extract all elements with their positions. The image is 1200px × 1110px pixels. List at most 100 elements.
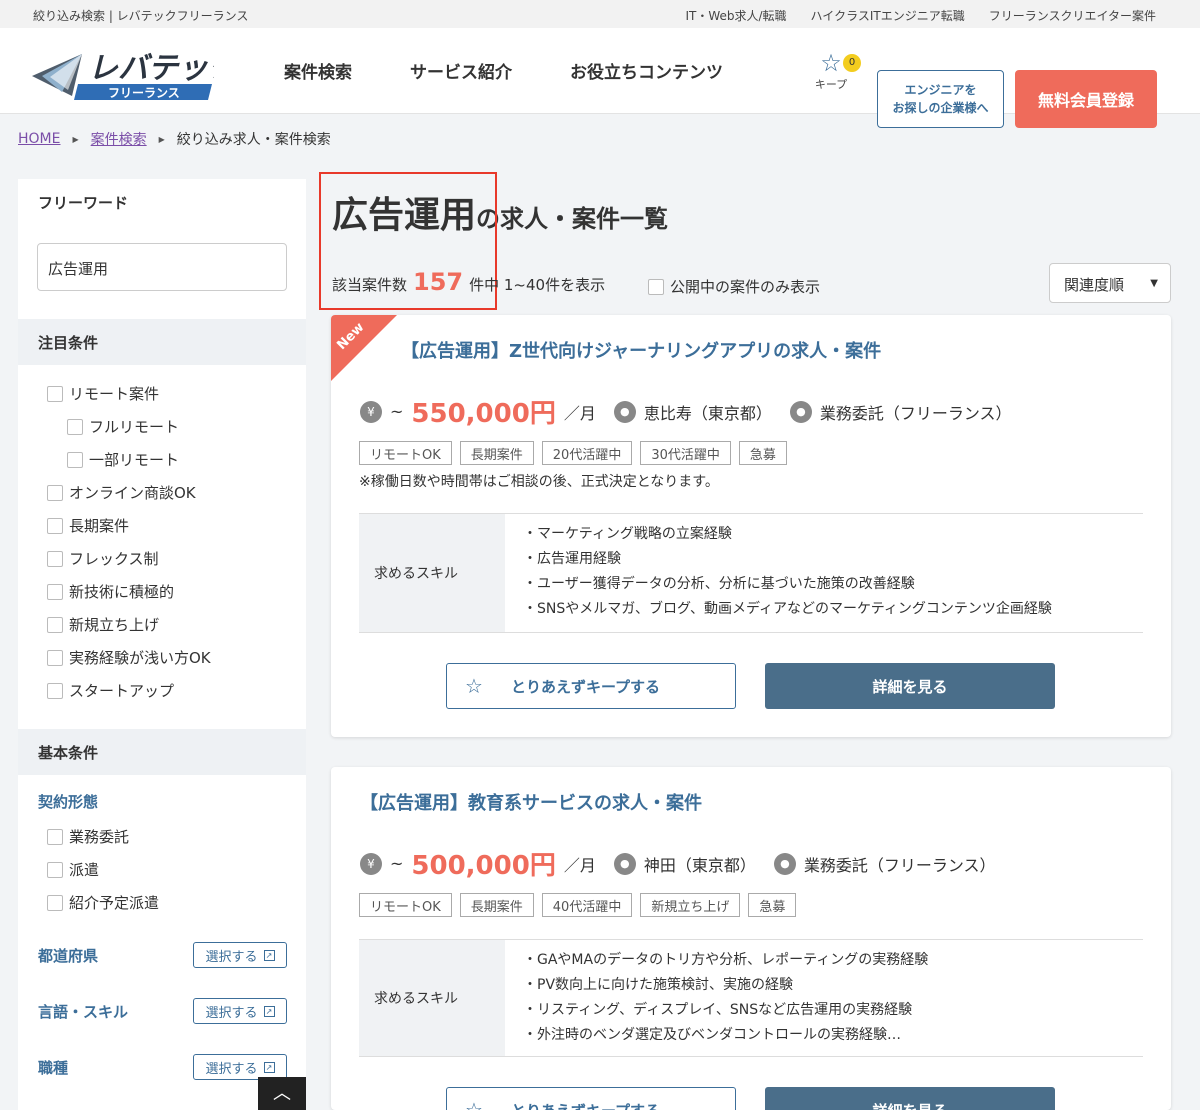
keep-job-label: とりあえずキープする bbox=[510, 677, 661, 696]
site-header: レバテック フリーランス 案件検索 サービス紹介 お役立ちコンテンツ ☆ 0 キ… bbox=[0, 28, 1200, 128]
featured-checkbox[interactable]: フルリモート bbox=[47, 410, 306, 443]
skills-label: 求めるスキル bbox=[359, 514, 505, 632]
job-card: New 【広告運用】Z世代向けジャーナリングアプリの求人・案件 ¥ ~550,0… bbox=[331, 315, 1171, 737]
checkbox-icon bbox=[47, 616, 63, 633]
skills-label: 求めるスキル bbox=[359, 940, 505, 1056]
price-unit: ／月 bbox=[563, 403, 596, 423]
scroll-to-top-button[interactable]: ︿ bbox=[258, 1077, 306, 1110]
nav-useful-content[interactable]: お役立ちコンテンツ bbox=[570, 58, 723, 83]
job-tag: 急募 bbox=[748, 893, 797, 917]
checkbox-label: 派遣 bbox=[69, 861, 100, 879]
select-row: 都道府県 選択する ↗ bbox=[18, 927, 306, 983]
count-number: 157 bbox=[413, 268, 464, 296]
job-tag: リモートOK bbox=[359, 441, 452, 465]
logo-main-text: レバテック bbox=[88, 52, 214, 85]
public-only-checkbox[interactable]: 公開中の案件のみ表示 bbox=[648, 276, 820, 297]
featured-conditions: リモート案件 フルリモート一部リモートオンライン商談OK 長期案件 フレックス制新技術… bbox=[18, 365, 306, 715]
featured-checkbox[interactable]: スタートアップ bbox=[47, 674, 306, 707]
job-price: 500,000円 bbox=[411, 851, 556, 881]
topbar-link-it-web[interactable]: IT・Web求人/転職 bbox=[685, 7, 786, 24]
skills-list: ・マーケティング戦略の立案経験 ・広告運用経験 ・ユーザー獲得データの分析、分析… bbox=[505, 514, 1070, 632]
enterprise-line2: お探しの企業様へ bbox=[892, 101, 989, 115]
job-tag: 40代活躍中 bbox=[541, 893, 633, 917]
checkbox-label: スタートアップ bbox=[69, 682, 175, 700]
topbar-link-creator[interactable]: フリーランスクリエイター案件 bbox=[989, 7, 1156, 24]
sort-select[interactable]: 関連度順 ▼ bbox=[1049, 263, 1171, 303]
featured-checkbox[interactable]: 実務経験が浅い方OK bbox=[47, 641, 306, 674]
checkbox-icon bbox=[47, 682, 63, 699]
job-note: ※稼働日数や時間帯はご相談の後、正式決定となります。 bbox=[359, 474, 719, 490]
checkbox-icon bbox=[47, 649, 63, 666]
top-utility-bar: 絞り込み検索 | レバテックフリーランス IT・Web求人/転職 ハイクラスIT… bbox=[0, 0, 1200, 28]
select-button[interactable]: 選択する ↗ bbox=[193, 942, 287, 968]
checkbox-label: 紹介予定派遣 bbox=[69, 894, 160, 912]
job-meta: ¥ ~500,000円 ／月 ● 神田（東京都） ● 業務委託（フリーランス） bbox=[360, 845, 996, 882]
featured-checkbox[interactable]: フレックス制 bbox=[47, 542, 306, 575]
sort-value: 関連度順 bbox=[1064, 276, 1125, 294]
skill-item: ・マーケティング戦略の立案経験 bbox=[523, 526, 732, 542]
star-icon: ☆ bbox=[465, 674, 483, 698]
contract-checkbox[interactable]: 紹介予定派遣 bbox=[47, 886, 306, 919]
levtech-logo[interactable]: レバテック フリーランス bbox=[32, 46, 240, 100]
yen-icon: ¥ bbox=[360, 852, 382, 875]
checkbox-icon bbox=[648, 278, 664, 295]
chevron-up-icon: ︿ bbox=[273, 1083, 291, 1104]
keep-job-button[interactable]: ☆ とりあえずキープする bbox=[446, 663, 736, 709]
skills-table: 求めるスキル ・GAやMAのデータのトリ方や分析、レポーティングの実務経験 ・P… bbox=[359, 939, 1143, 1057]
checkbox-icon bbox=[47, 583, 63, 600]
checkbox-icon bbox=[67, 418, 83, 435]
featured-checkbox[interactable]: 一部リモート bbox=[47, 443, 306, 476]
select-row-label: 職種 bbox=[38, 1058, 69, 1077]
filter-sidebar: フリーワード 広告運用 注目条件 リモート案件 フルリモート 一部リモート オンライン… bbox=[18, 179, 306, 1110]
checkbox-label: 新技術に積極的 bbox=[69, 583, 175, 601]
topbar-link-highclass[interactable]: ハイクラスITエンジニア転職 bbox=[811, 7, 965, 24]
view-detail-button[interactable]: 詳細を見る bbox=[765, 1087, 1055, 1110]
checkbox-icon bbox=[67, 451, 83, 468]
job-tags: リモートOK 長期案件 20代活躍中 30代活躍中 急募 bbox=[359, 441, 787, 465]
external-window-icon: ↗ bbox=[263, 949, 275, 961]
view-detail-button[interactable]: 詳細を見る bbox=[765, 663, 1055, 709]
keep-job-label: とりあえずキープする bbox=[511, 1100, 660, 1110]
location-pin-icon: ● bbox=[613, 852, 636, 875]
skills-list: ・GAやMAのデータのトリ方や分析、レポーティングの実務経験 ・PV数向上に向け… bbox=[505, 940, 946, 1056]
nav-service-intro[interactable]: サービス紹介 bbox=[410, 58, 512, 83]
checkbox-label: 一部リモート bbox=[89, 451, 180, 469]
price-unit: ／月 bbox=[563, 855, 596, 875]
location-pin-icon: ● bbox=[613, 400, 636, 423]
person-icon: ● bbox=[773, 852, 796, 875]
job-title[interactable]: 【広告運用】教育系サービスの求人・案件 bbox=[360, 789, 702, 815]
keep-count-badge: 0 bbox=[843, 54, 861, 72]
contract-conditions: 業務委託派遣紹介予定派遣 bbox=[18, 820, 306, 927]
featured-checkbox[interactable]: 長期案件 bbox=[47, 509, 306, 542]
register-button[interactable]: 無料会員登録 bbox=[1015, 70, 1157, 128]
public-only-label: 公開中の案件のみ表示 bbox=[670, 278, 821, 296]
site-label: 絞り込み検索 | レバテックフリーランス bbox=[33, 9, 249, 23]
job-price: 550,000円 bbox=[411, 399, 556, 429]
select-button-label: 選択する bbox=[205, 1005, 258, 1021]
job-meta: ¥ ~550,000円 ／月 ● 恵比寿（東京都） ● 業務委託（フリーランス） bbox=[360, 393, 1012, 430]
breadcrumb-project-search[interactable]: 案件検索 bbox=[91, 129, 147, 149]
job-location: 恵比寿（東京都） bbox=[643, 403, 772, 423]
featured-checkbox[interactable]: リモート案件 bbox=[47, 377, 306, 410]
price-prefix: ~ bbox=[390, 854, 404, 873]
keep-job-button[interactable]: ☆ とりあえずキープする bbox=[446, 1087, 736, 1110]
job-title[interactable]: 【広告運用】Z世代向けジャーナリングアプリの求人・案件 bbox=[401, 337, 881, 363]
contract-checkbox[interactable]: 業務委託 bbox=[47, 820, 306, 853]
featured-checkbox[interactable]: 新規立ち上げ bbox=[47, 608, 306, 641]
job-tag: 急募 bbox=[738, 441, 787, 465]
keep-label: キープ bbox=[814, 78, 848, 91]
select-button-label: 選択する bbox=[205, 949, 258, 965]
keep-link[interactable]: ☆ 0 キープ bbox=[811, 50, 861, 92]
select-button[interactable]: 選択する ↗ bbox=[193, 998, 287, 1024]
breadcrumb-home[interactable]: HOME bbox=[18, 131, 60, 147]
featured-checkbox[interactable]: オンライン商談OK bbox=[47, 476, 306, 509]
enterprise-button[interactable]: エンジニアを お探しの企業様へ bbox=[877, 70, 1004, 128]
featured-checkbox[interactable]: 新技術に積極的 bbox=[47, 575, 306, 608]
freeword-input[interactable]: 広告運用 bbox=[37, 243, 287, 291]
external-window-icon: ↗ bbox=[263, 1061, 275, 1073]
skill-item: ・外注時のベンダ選定及びベンダコントロールの実務経験… bbox=[523, 1027, 901, 1043]
contract-checkbox[interactable]: 派遣 bbox=[47, 853, 306, 886]
checkbox-icon bbox=[47, 385, 63, 402]
nav-project-search[interactable]: 案件検索 bbox=[284, 58, 352, 83]
price-prefix: ~ bbox=[390, 402, 404, 421]
